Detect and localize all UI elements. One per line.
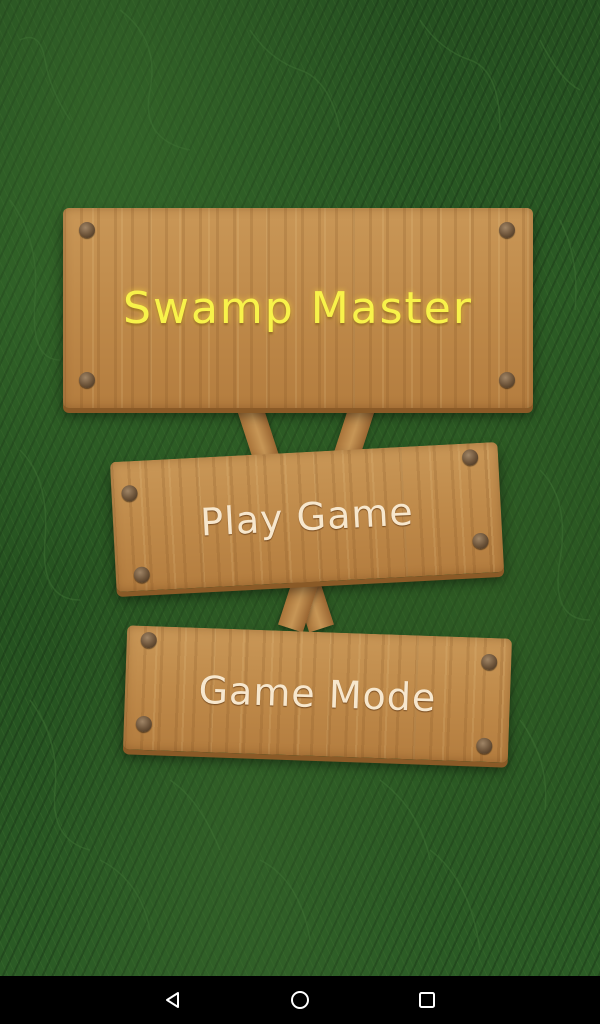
- nail-icon: [121, 484, 138, 502]
- back-triangle-icon: [166, 992, 180, 1008]
- game-title: Swamp Master: [123, 282, 473, 334]
- nail-icon: [499, 372, 515, 388]
- nail-icon: [79, 222, 95, 238]
- nail-icon: [499, 222, 515, 238]
- title-sign: Swamp Master: [63, 208, 533, 408]
- nail-icon: [472, 532, 489, 550]
- nail-icon: [476, 737, 493, 755]
- play-game-button[interactable]: Play Game: [109, 441, 505, 593]
- system-navigation-bar: [0, 976, 600, 1024]
- recents-button[interactable]: [403, 976, 451, 1024]
- nail-icon: [480, 653, 498, 671]
- nail-icon: [461, 448, 479, 466]
- play-game-label: Play Game: [199, 489, 415, 545]
- game-mode-button[interactable]: Game Mode: [122, 625, 513, 763]
- home-circle-icon: [290, 991, 309, 1009]
- game-mode-label: Game Mode: [197, 667, 438, 721]
- nail-icon: [140, 631, 158, 649]
- home-button[interactable]: [276, 976, 324, 1024]
- nail-icon: [79, 372, 95, 388]
- nail-icon: [135, 715, 153, 733]
- back-button[interactable]: [149, 976, 197, 1024]
- recents-square-icon: [418, 992, 435, 1008]
- nail-icon: [133, 566, 151, 584]
